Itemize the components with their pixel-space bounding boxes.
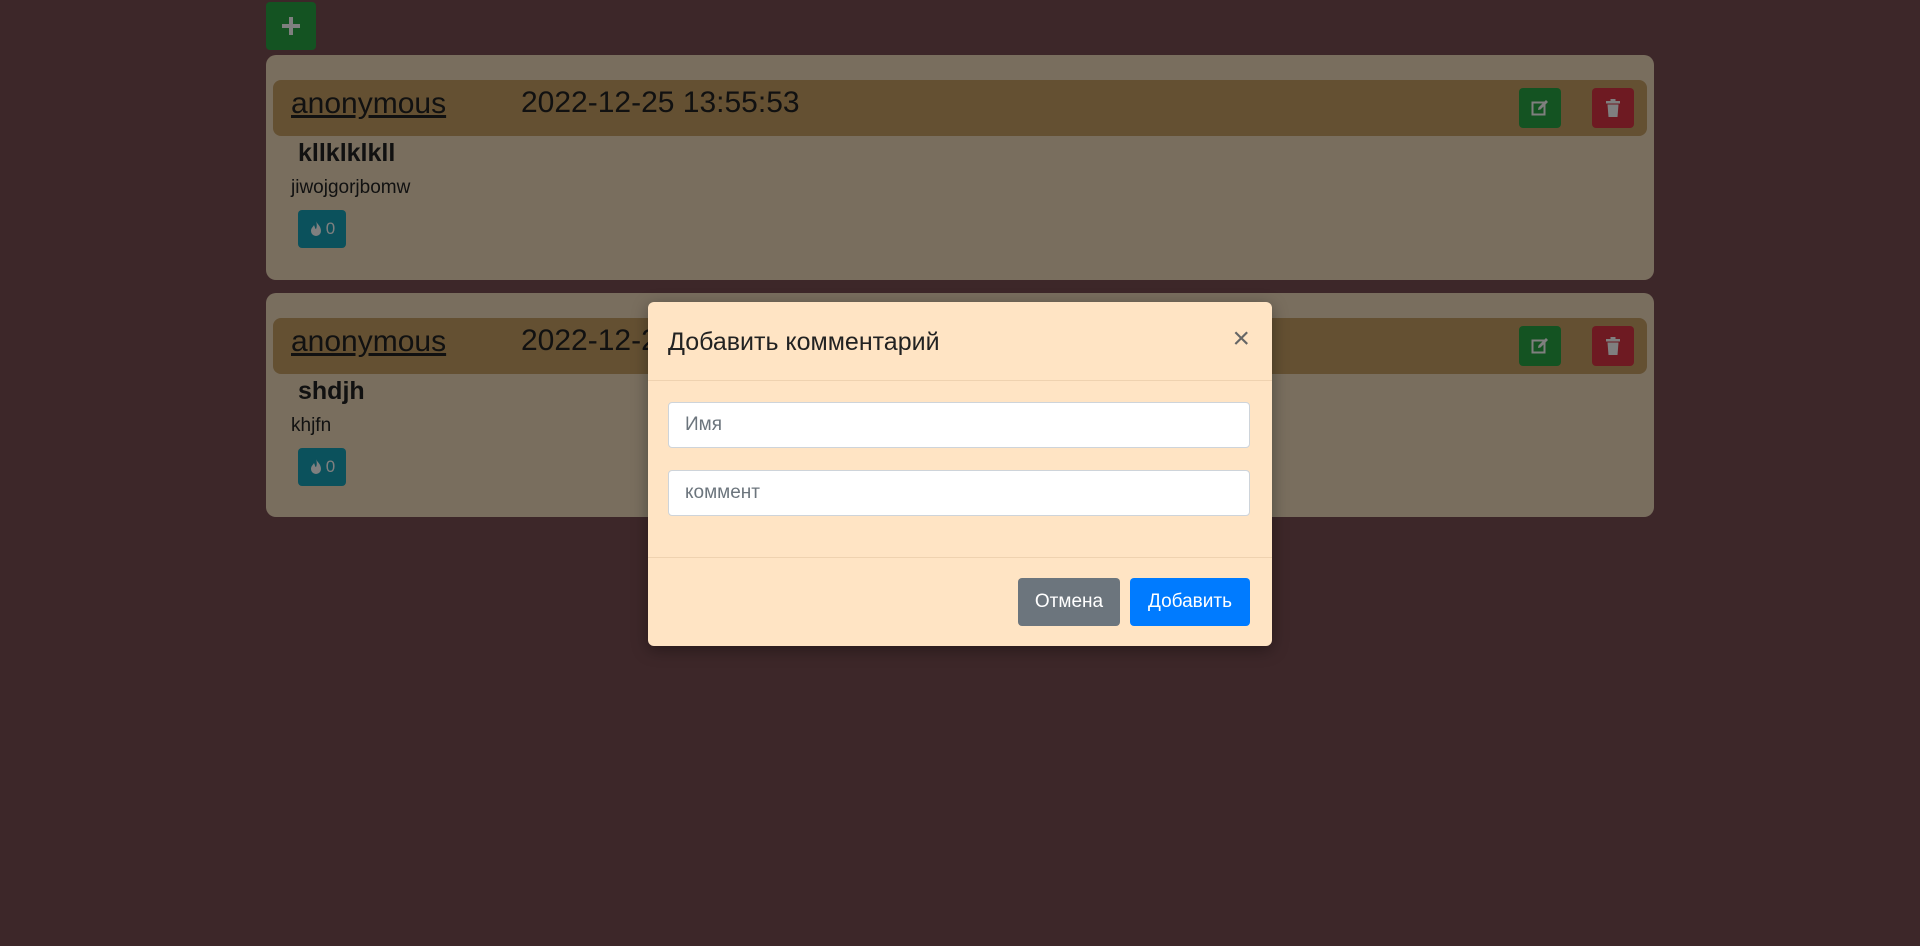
modal-footer-divider	[648, 557, 1272, 558]
close-icon[interactable]: ×	[1232, 324, 1250, 354]
cancel-button[interactable]: Отмена	[1018, 578, 1120, 626]
submit-comment-button[interactable]: Добавить	[1130, 578, 1250, 626]
modal-title: Добавить комментарий	[668, 328, 940, 356]
comment-input[interactable]	[668, 470, 1250, 516]
name-input[interactable]	[668, 402, 1250, 448]
modal-header-divider	[648, 380, 1272, 381]
add-comment-modal: Добавить комментарий × Отмена Добавить	[648, 302, 1272, 646]
